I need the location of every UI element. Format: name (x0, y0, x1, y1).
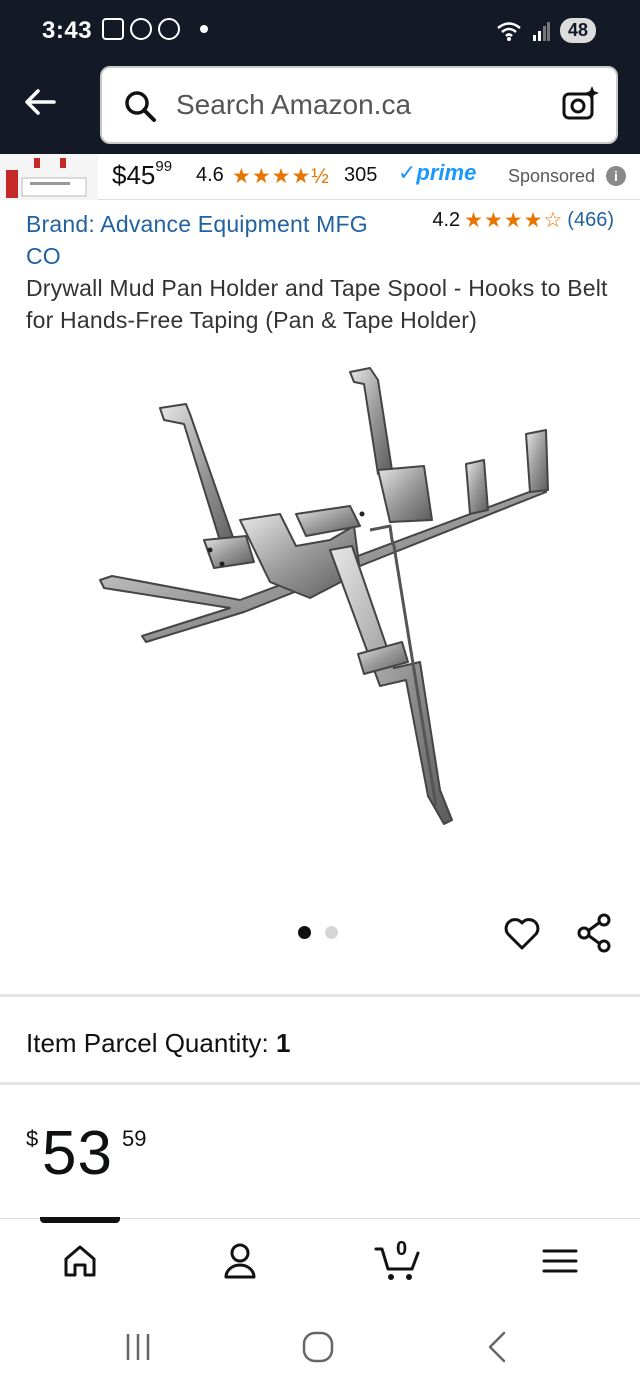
product-title: Drywall Mud Pan Holder and Tape Spool - … (26, 275, 608, 333)
sponsored-price-whole: $45 (112, 160, 156, 190)
quantity-label: Item Parcel Quantity: (26, 1028, 269, 1058)
home-icon[interactable] (56, 1237, 104, 1285)
product-image[interactable] (60, 350, 580, 870)
back-chevron-icon[interactable] (478, 1330, 518, 1364)
camera-icon[interactable] (560, 84, 600, 124)
back-arrow-icon[interactable] (20, 82, 60, 122)
status-bar: 3:43 48 (0, 0, 640, 62)
brand-link[interactable]: Brand: Advance Equipment MFG CO (26, 208, 386, 272)
whatsapp-icon (158, 18, 180, 40)
product-rating[interactable]: 4.2 ★★★★☆ (466) (432, 208, 614, 233)
status-notification-icons (102, 18, 208, 40)
rating-stars-icon: ★★★★☆ (464, 209, 564, 232)
account-icon[interactable] (216, 1237, 264, 1285)
image-carousel-dots[interactable] (298, 926, 338, 939)
more-notifications-icon (200, 25, 208, 33)
prime-badge: ✓prime (398, 160, 477, 185)
screenshot-icon (102, 18, 124, 40)
price-whole: 53 (42, 1119, 113, 1188)
active-tab-indicator (40, 1217, 120, 1223)
carousel-dot-active[interactable] (298, 926, 311, 939)
status-time: 3:43 (42, 17, 93, 44)
signal-icon (532, 21, 550, 41)
menu-icon[interactable] (536, 1237, 584, 1285)
sponsored-price-fraction: 99 (155, 158, 173, 175)
section-divider (0, 994, 640, 997)
rating-value: 4.2 (432, 209, 461, 231)
status-system-icons: 48 (496, 18, 596, 43)
whatsapp-icon (130, 18, 152, 40)
carousel-dot[interactable] (325, 926, 338, 939)
price-fraction: 59 (122, 1126, 147, 1151)
sponsored-price: $4599 (112, 158, 173, 191)
share-icon[interactable] (574, 912, 614, 954)
sponsored-label: Sponsored (508, 166, 596, 186)
sponsored-review-count: 305 (344, 164, 378, 186)
rating-count[interactable]: (466) (567, 209, 614, 232)
price-currency: $ (26, 1126, 39, 1151)
wifi-icon (497, 21, 521, 41)
quantity-value: 1 (276, 1028, 291, 1058)
top-bar: 3:43 48 (0, 0, 640, 154)
section-divider (0, 1082, 640, 1085)
sponsored-product-thumbnail[interactable] (0, 154, 98, 200)
heart-icon[interactable] (502, 914, 542, 954)
sponsored-rating: 4.6 (196, 164, 224, 186)
sponsored-ad-strip[interactable]: $4599 4.6 ★★★★½ 305 ✓prime Sponsored i (0, 154, 640, 200)
battery-indicator: 48 (559, 18, 596, 43)
item-parcel-quantity: Item Parcel Quantity: 1 (26, 1028, 290, 1059)
info-icon[interactable]: i (606, 166, 626, 186)
sponsored-stars-icon: ★★★★½ (232, 165, 330, 188)
cart-count-badge: 0 (396, 1238, 408, 1260)
home-circle-icon[interactable] (298, 1330, 338, 1364)
search-input[interactable] (176, 68, 546, 142)
recent-apps-icon[interactable] (118, 1330, 158, 1364)
system-navigation-bar (0, 1300, 640, 1388)
sponsored-thumbnail-image (0, 154, 98, 200)
bottom-navigation (0, 1217, 640, 1300)
search-icon (125, 91, 156, 122)
search-bar[interactable] (100, 66, 618, 144)
